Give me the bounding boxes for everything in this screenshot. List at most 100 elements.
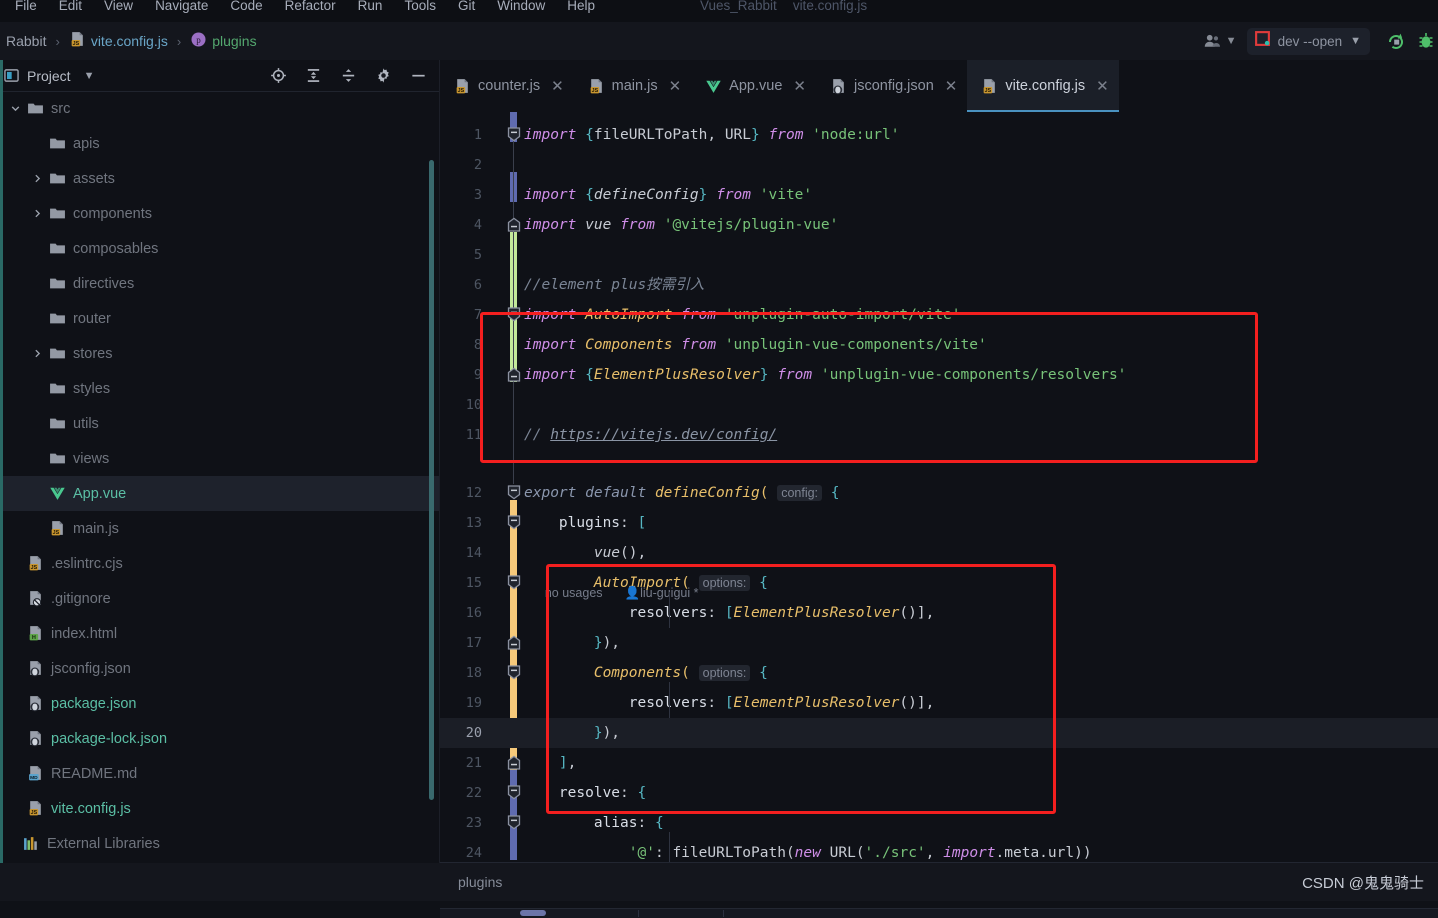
tree-item-main-js[interactable]: JS main.js: [0, 511, 440, 546]
project-file-tree[interactable]: src apis assets components composables direct…: [0, 91, 440, 887]
tree-item-stores[interactable]: stores: [0, 336, 440, 371]
code-line[interactable]: 1 import {fileURLToPath, URL} from 'node:…: [440, 120, 1438, 150]
editor-tab-vite-config-js[interactable]: JS vite.config.js ✕: [967, 60, 1120, 112]
close-icon[interactable]: ✕: [793, 79, 806, 94]
rerun-icon[interactable]: [1386, 31, 1406, 51]
breadcrumb-separator: ›: [55, 33, 60, 49]
line-number: 19: [465, 695, 482, 711]
tree-item-gitignore[interactable]: .gitignore: [0, 581, 440, 616]
horizontal-scrollbar-track[interactable]: [440, 908, 1438, 918]
code-line[interactable]: 5: [440, 240, 1438, 270]
tree-item-label: apis: [73, 135, 100, 152]
code-text: ],: [558, 755, 577, 771]
code-line[interactable]: 19 resolvers: [ElementPlusResolver()],: [440, 688, 1438, 718]
menu-view[interactable]: View: [93, 0, 144, 15]
code-editor[interactable]: 1 import {fileURLToPath, URL} from 'node:…: [440, 112, 1438, 918]
tree-item-styles[interactable]: styles: [0, 371, 440, 406]
tree-item-package-json[interactable]: package.json: [0, 686, 440, 721]
inlay-hint-row: no usages 👤liu-guigui *: [524, 560, 699, 626]
debug-icon[interactable]: [1418, 31, 1434, 51]
breadcrumb-item-project[interactable]: Rabbit: [6, 33, 46, 49]
editor-tab-main-js[interactable]: JS main.js ✕: [574, 60, 692, 112]
menu-window[interactable]: Window: [486, 0, 556, 15]
chevron-down-icon[interactable]: [8, 102, 22, 116]
tree-item-app-vue[interactable]: App.vue: [0, 476, 440, 511]
menu-help[interactable]: Help: [556, 0, 606, 15]
code-line[interactable]: 4 import vue from '@vitejs/plugin-vue': [440, 210, 1438, 240]
code-line[interactable]: 3 import {defineConfig} from 'vite': [440, 180, 1438, 210]
minimize-icon[interactable]: [410, 67, 427, 84]
line-number: 7: [473, 307, 482, 323]
settings-gear-icon[interactable]: [375, 67, 392, 84]
code-line[interactable]: 18 Components( options: {: [440, 658, 1438, 688]
inlay-no-usages[interactable]: no usages: [545, 586, 603, 600]
status-breadcrumb[interactable]: plugins: [458, 874, 502, 890]
code-line[interactable]: 2: [440, 150, 1438, 180]
tree-item-external-libraries[interactable]: External Libraries: [0, 826, 440, 861]
tree-item-components[interactable]: components: [0, 196, 440, 231]
code-line[interactable]: 23 alias: {: [440, 808, 1438, 838]
code-line[interactable]: 8 import Components from 'unplugin-vue-co…: [440, 330, 1438, 360]
code-line[interactable]: 7 import AutoImport from 'unplugin-auto-i…: [440, 300, 1438, 330]
run-configuration-label: dev --open: [1277, 33, 1343, 49]
tree-item-composables[interactable]: composables: [0, 231, 440, 266]
tree-item-index-html[interactable]: Hindex.html: [0, 616, 440, 651]
code-line[interactable]: 21 ],: [440, 748, 1438, 778]
code-line[interactable]: 11 // https://vitejs.dev/config/: [440, 420, 1438, 450]
tree-arrow-placeholder: [8, 662, 22, 676]
tree-item-vite-config-js[interactable]: JS vite.config.js: [0, 791, 440, 826]
chevron-right-icon[interactable]: [30, 347, 44, 361]
code-line[interactable]: 22 resolve: {: [440, 778, 1438, 808]
menu-git[interactable]: Git: [447, 0, 486, 15]
code-line[interactable]: 12 export default defineConfig( config: {: [440, 478, 1438, 508]
locate-icon[interactable]: [270, 67, 287, 84]
editor-tab-jsconfig-json[interactable]: jsconfig.json ✕: [816, 60, 967, 112]
close-icon[interactable]: ✕: [945, 79, 958, 94]
expand-all-icon[interactable]: [305, 67, 322, 84]
run-configuration-selector[interactable]: dev --open ▼: [1246, 27, 1370, 55]
menu-code[interactable]: Code: [219, 0, 273, 15]
tree-item-assets[interactable]: assets: [0, 161, 440, 196]
close-icon[interactable]: ✕: [669, 79, 682, 94]
editor-tab-bar[interactable]: JS counter.js ✕ JS main.js ✕ App.vue ✕ jsconfig.…: [440, 60, 1438, 112]
chevron-right-icon[interactable]: [30, 172, 44, 186]
collapse-all-icon[interactable]: [340, 67, 357, 84]
tree-item-utils[interactable]: utils: [0, 406, 440, 441]
tree-item-router[interactable]: router: [0, 301, 440, 336]
sidebar-scrollbar[interactable]: [429, 160, 434, 800]
code-line[interactable]: 10: [440, 390, 1438, 420]
code-line[interactable]: 6 //element plus按需引入: [440, 270, 1438, 300]
chevron-right-icon[interactable]: [30, 207, 44, 221]
editor-tab-app-vue[interactable]: App.vue ✕: [691, 60, 816, 112]
tree-item-jsconfig-json[interactable]: jsconfig.json: [0, 651, 440, 686]
tree-item-views[interactable]: views: [0, 441, 440, 476]
close-icon[interactable]: ✕: [1096, 79, 1109, 94]
menu-navigate[interactable]: Navigate: [144, 0, 219, 15]
code-line[interactable]: 9 import {ElementPlusResolver} from 'unpl…: [440, 360, 1438, 390]
tree-item-eslintrc-cjs[interactable]: JS .eslintrc.cjs: [0, 546, 440, 581]
code-line[interactable]: 13 plugins: [: [440, 508, 1438, 538]
code-text: import Components from 'unplugin-vue-com…: [524, 337, 987, 353]
menu-refactor[interactable]: Refactor: [274, 0, 347, 15]
chevron-down-icon-project[interactable]: ▼: [84, 70, 95, 82]
tree-item-package-lock-json[interactable]: package-lock.json: [0, 721, 440, 756]
editor-tab-counter-js[interactable]: JS counter.js ✕: [440, 60, 574, 112]
code-line[interactable]: 20 }),: [440, 718, 1438, 748]
line-number: 8: [473, 337, 482, 353]
menu-file[interactable]: File: [4, 0, 48, 15]
menu-edit[interactable]: Edit: [48, 0, 93, 15]
horizontal-scrollbar-thumb[interactable]: [520, 910, 546, 916]
breadcrumb-item-symbol[interactable]: p plugins: [190, 31, 257, 51]
tree-item-directives[interactable]: directives: [0, 266, 440, 301]
code-text: }),: [593, 725, 621, 741]
close-icon[interactable]: ✕: [551, 79, 564, 94]
breadcrumb-item-file[interactable]: JS vite.config.js: [69, 31, 168, 51]
menu-tools[interactable]: Tools: [393, 0, 447, 15]
tree-arrow-placeholder: [30, 137, 44, 151]
tree-item-src[interactable]: src: [0, 91, 440, 126]
code-line[interactable]: 17 }),: [440, 628, 1438, 658]
tree-item-apis[interactable]: apis: [0, 126, 440, 161]
user-group-icon[interactable]: ▼: [1204, 33, 1237, 49]
tree-item-readme-md[interactable]: MD README.md: [0, 756, 440, 791]
menu-run[interactable]: Run: [347, 0, 394, 15]
